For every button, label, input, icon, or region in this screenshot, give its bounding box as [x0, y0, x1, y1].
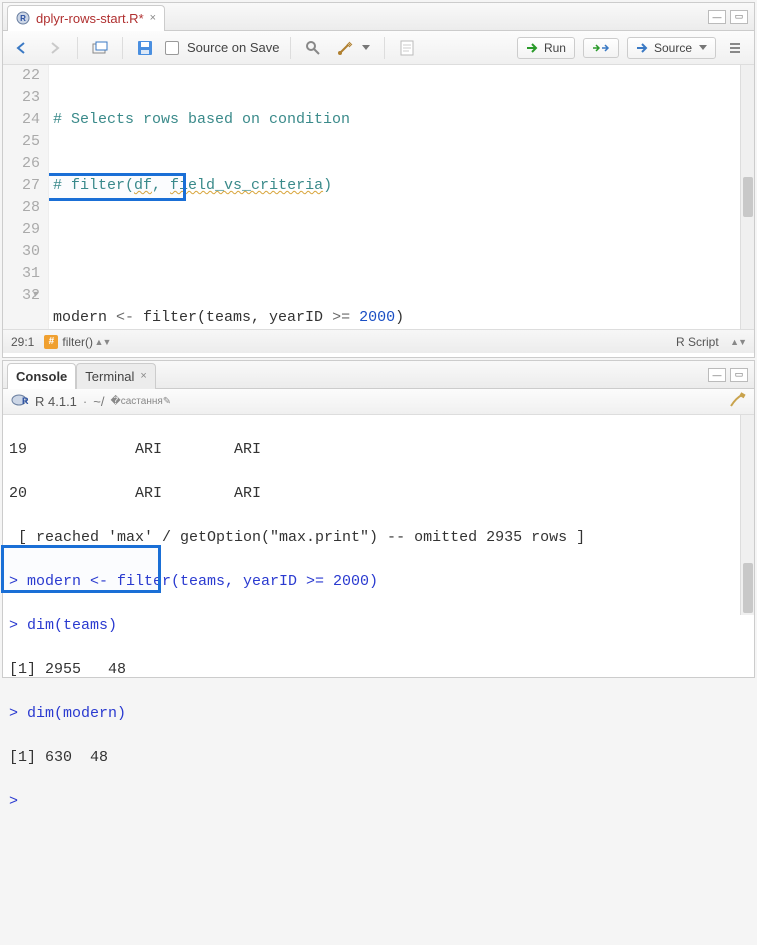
r-file-icon: R [16, 11, 30, 25]
console-pane-controls: — ▭ [708, 368, 754, 382]
source-pane-controls: — ▭ [708, 10, 754, 24]
console-tab-label: Console [16, 369, 67, 384]
source-button-label: Source [654, 41, 692, 55]
clear-console-button[interactable] [728, 392, 746, 411]
file-tab-label: dplyr-rows-start.R* [36, 11, 144, 26]
maximize-pane-button[interactable]: ▭ [730, 10, 748, 24]
save-button[interactable] [133, 38, 157, 58]
filetype-label[interactable]: R Script [676, 335, 719, 349]
minimize-pane-button[interactable]: — [708, 10, 726, 24]
code-tools-button[interactable] [333, 38, 374, 58]
filetype-stepper[interactable]: ▲▼ [729, 337, 746, 347]
show-in-new-window-button[interactable] [88, 39, 112, 57]
working-dir-label[interactable]: ~/ [93, 394, 104, 409]
editor-scrollbar[interactable] [740, 65, 754, 329]
r-logo-icon: R [11, 393, 29, 410]
rerun-button[interactable] [583, 38, 619, 58]
source-tabbar: R dplyr-rows-start.R* × — ▭ [3, 3, 754, 31]
back-button[interactable] [11, 39, 35, 57]
console-subbar: R R 4.1.1 · ~/ �састання ✎ [3, 389, 754, 415]
scope-stepper[interactable]: ▲▼ [93, 337, 110, 347]
close-tab-icon[interactable]: × [140, 370, 146, 382]
svg-text:R: R [20, 14, 26, 23]
console-scrollbar[interactable] [740, 415, 754, 615]
console-pane: Console Terminal × — ▭ R R 4.1.1 · ~/ �с… [2, 360, 755, 678]
code-area[interactable]: # Selects rows based on condition # filt… [49, 65, 754, 329]
source-pane: R dplyr-rows-start.R* × — ▭ Source on Sa… [2, 2, 755, 358]
source-on-save-label: Source on Save [187, 40, 280, 55]
function-tag-icon: # [44, 335, 58, 349]
code-text: # Selects rows based on condition [53, 111, 350, 128]
run-button[interactable]: Run [517, 37, 575, 59]
console-output[interactable]: 19 ARI ARI 20 ARI ARI [ reached 'max' / … [3, 415, 754, 615]
code-editor[interactable]: 22232425262728293031 32▾ # Selects rows … [3, 65, 754, 329]
source-statusbar: 29:1 # filter() ▲▼ R Script ▲▼ [3, 329, 754, 353]
maximize-pane-button[interactable]: ▭ [730, 368, 748, 382]
find-button[interactable] [301, 38, 325, 58]
dropdown-caret-icon [362, 45, 370, 50]
source-button[interactable]: Source [627, 37, 716, 59]
scope-label[interactable]: filter() [62, 335, 93, 349]
minimize-pane-button[interactable]: — [708, 368, 726, 382]
terminal-tab[interactable]: Terminal × [76, 363, 156, 389]
dropdown-caret-icon [699, 45, 707, 50]
close-tab-icon[interactable]: × [150, 12, 156, 24]
run-button-label: Run [544, 41, 566, 55]
file-tab[interactable]: R dplyr-rows-start.R* × [7, 5, 165, 31]
console-tab[interactable]: Console [7, 363, 76, 389]
r-version-label: R 4.1.1 [35, 394, 77, 409]
compile-report-button[interactable] [395, 38, 419, 58]
terminal-tab-label: Terminal [85, 369, 134, 384]
source-toolbar: Source on Save Run Source [3, 31, 754, 65]
line-gutter: 22232425262728293031 32▾ [3, 65, 49, 329]
outline-button[interactable] [724, 39, 746, 57]
cursor-position: 29:1 [11, 335, 34, 349]
forward-button[interactable] [43, 39, 67, 57]
console-tabbar: Console Terminal × — ▭ [3, 361, 754, 389]
svg-text:R: R [22, 396, 29, 406]
wd-popup-icon[interactable]: ✎ [163, 396, 171, 407]
source-on-save-checkbox[interactable] [165, 41, 179, 55]
wd-popup-icon[interactable]: �састання [110, 396, 162, 407]
